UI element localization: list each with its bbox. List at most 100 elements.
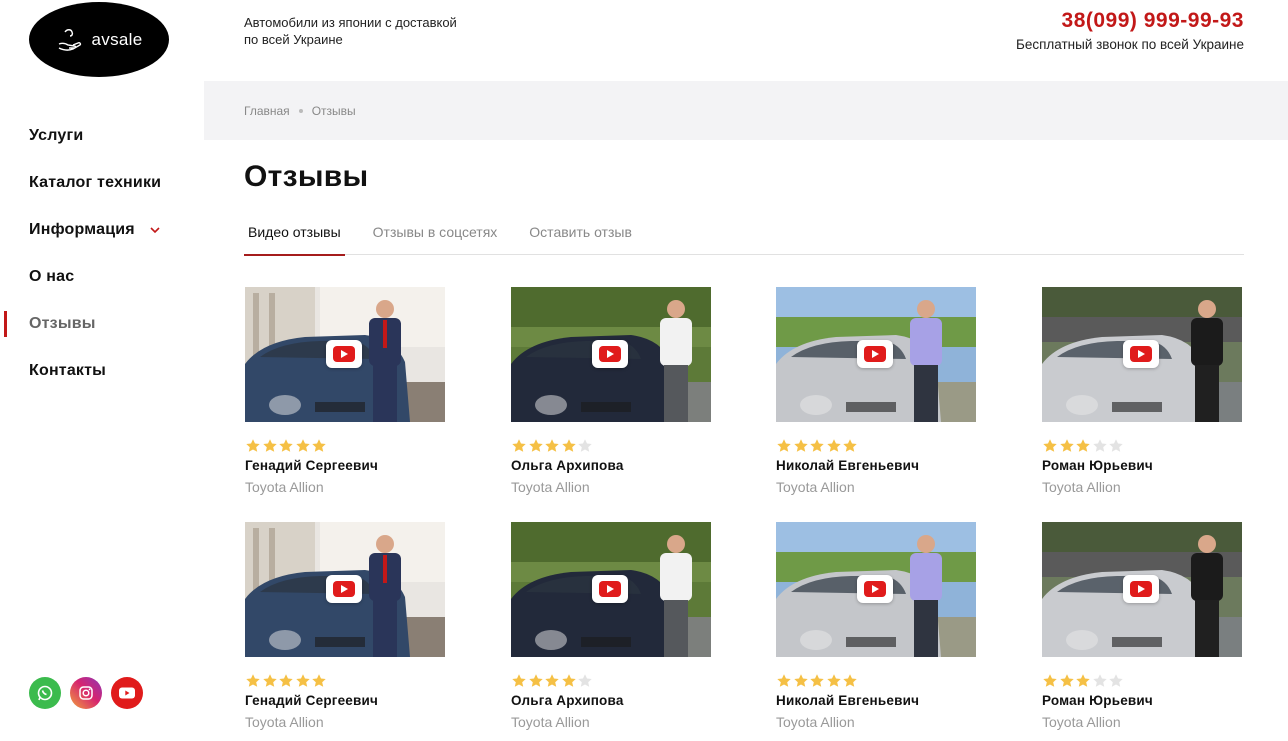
play-button[interactable] [326,575,362,603]
brand-name: avsale [91,29,143,49]
play-button[interactable] [1123,340,1159,368]
reviewer-name: Роман Юрьевич [1042,458,1153,473]
review-card: Генадий Сергеевич Toyota Allion [245,522,445,730]
reviewer-name: Николай Евгеньевич [776,458,920,473]
tab-video-reviews[interactable]: Видео отзывы [244,214,345,256]
nav-label: О нас [29,267,75,285]
car-model: Toyota Allion [1042,714,1121,730]
star-filled-icon [1043,439,1057,452]
sidebar: avsale Услуги Каталог техники Информация… [4,0,204,741]
reviewer-name: Ольга Архипова [511,693,624,708]
star-filled-icon [246,439,260,452]
video-thumbnail[interactable] [511,287,711,422]
star-filled-icon [512,439,526,452]
youtube-play-icon [333,346,355,362]
youtube-play-icon [864,346,886,362]
rating-stars [776,673,976,689]
review-card: Николай Евгеньевич Toyota Allion [776,287,976,495]
whatsapp-button[interactable] [29,677,61,709]
star-filled-icon [545,674,559,687]
breadcrumb-home[interactable]: Главная [244,104,290,118]
car-model: Toyota Allion [511,714,590,730]
reviewer-name: Роман Юрьевич [1042,693,1153,708]
star-filled-icon [528,439,543,452]
play-button[interactable] [857,575,893,603]
youtube-button[interactable] [111,677,143,709]
review-card: Роман Юрьевич Toyota Allion [1042,522,1242,730]
star-empty-icon [578,674,592,687]
star-filled-icon [777,439,791,452]
tab-social-reviews[interactable]: Отзывы в соцсетях [369,214,502,255]
video-thumbnail[interactable] [1042,522,1242,657]
review-card: Ольга Архипова Toyota Allion [511,522,711,730]
video-thumbnail[interactable] [1042,287,1242,422]
star-filled-icon [843,439,857,452]
star-empty-icon [1109,674,1123,687]
play-button[interactable] [592,340,628,368]
nav-label: Услуги [29,126,84,144]
youtube-play-icon [333,581,355,597]
star-filled-icon [1059,674,1074,687]
nav-item-services[interactable]: Услуги [4,112,204,159]
car-model: Toyota Allion [245,479,324,495]
youtube-play-icon [1130,581,1152,597]
star-filled-icon [312,439,326,452]
reviewer-name: Ольга Архипова [511,458,624,473]
youtube-play-icon [599,581,621,597]
tagline: Автомобили из японии с доставкой по всей… [244,15,457,47]
nav-item-info[interactable]: Информация [4,206,204,253]
phone-note: Бесплатный звонок по всей Украине [1015,37,1244,52]
youtube-play-icon [864,581,886,597]
reviewer-name: Генадий Сергеевич [245,693,379,708]
review-card: Роман Юрьевич Toyota Allion [1042,287,1242,495]
video-thumbnail[interactable] [776,522,976,657]
tab-leave-review[interactable]: Оставить отзыв [525,214,636,255]
star-filled-icon [826,439,841,452]
star-filled-icon [1043,674,1057,687]
star-filled-icon [312,674,326,687]
star-filled-icon [279,439,293,452]
header: Автомобили из японии с доставкой по всей… [204,0,1288,81]
star-filled-icon [810,439,824,452]
review-tabs: Видео отзывы Отзывы в соцсетях Оставить … [244,214,1244,256]
star-filled-icon [295,674,310,687]
breadcrumb-separator [298,109,303,113]
star-filled-icon [1076,674,1090,687]
logo[interactable]: avsale [29,2,169,77]
nav-item-catalog[interactable]: Каталог техники [4,159,204,206]
breadcrumb: Главная Отзывы [244,104,356,118]
star-filled-icon [843,674,857,687]
star-empty-icon [1092,439,1107,452]
review-card: Генадий Сергеевич Toyota Allion [245,287,445,495]
video-thumbnail[interactable] [776,287,976,422]
nav-item-reviews[interactable]: Отзывы [4,300,204,347]
reviewer-name: Николай Евгеньевич [776,693,920,708]
play-button[interactable] [1123,575,1159,603]
reviewer-name: Генадий Сергеевич [245,458,379,473]
nav-label: Контакты [29,361,107,379]
star-empty-icon [1092,674,1107,687]
rating-stars [1042,438,1242,454]
instagram-button[interactable] [70,677,102,709]
video-thumbnail[interactable] [511,522,711,657]
rating-stars [245,673,445,689]
star-filled-icon [793,674,808,687]
video-thumbnail[interactable] [245,287,445,422]
rating-stars [245,438,445,454]
nav-item-about[interactable]: О нас [4,253,204,300]
play-button[interactable] [326,340,362,368]
play-button[interactable] [592,575,628,603]
video-thumbnail[interactable] [245,522,445,657]
rating-stars [776,438,976,454]
star-filled-icon [279,674,293,687]
car-model: Toyota Allion [245,714,324,730]
star-filled-icon [295,439,310,452]
breadcrumb-band: Главная Отзывы [204,81,1288,140]
phone-link[interactable]: 38(099) 999-99-93 [1062,9,1244,33]
nav-item-contacts[interactable]: Контакты [4,347,204,394]
play-button[interactable] [857,340,893,368]
star-filled-icon [262,439,277,452]
instagram-icon [79,686,93,700]
star-filled-icon [262,674,277,687]
star-filled-icon [1059,439,1074,452]
